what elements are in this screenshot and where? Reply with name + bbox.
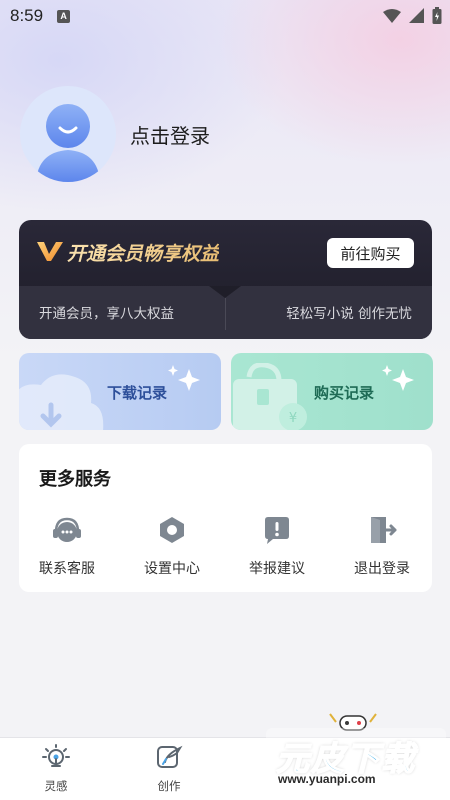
login-link[interactable]: 点击登录 <box>130 120 210 149</box>
tab-label: 灵感 <box>44 779 68 793</box>
tab-create[interactable]: 创作 <box>134 744 204 796</box>
status-time: 8:59 <box>10 6 44 25</box>
svg-text:¥: ¥ <box>289 411 297 426</box>
service-label: 退出登录 <box>354 561 410 577</box>
vip-title: 开通会员畅享权益 <box>67 239 219 266</box>
service-customer-support[interactable]: 联系客服 <box>27 514 107 578</box>
signal-icon <box>409 8 424 27</box>
user-avatar-icon[interactable] <box>20 86 116 182</box>
purchase-records-label: 购买记录 <box>314 384 375 402</box>
watermark-url: www.yuanpi.com <box>278 772 376 786</box>
service-label: 举报建议 <box>249 561 305 577</box>
logout-icon <box>366 514 398 546</box>
sparkle-icon <box>381 365 417 395</box>
settings-icon <box>156 514 188 546</box>
tab-label: 创作 <box>157 779 181 793</box>
vip-divider <box>225 298 226 330</box>
status-bar: 8:59 A <box>0 0 450 32</box>
customer-service-icon <box>51 514 83 546</box>
profile-section: 点击登录 <box>20 86 430 186</box>
bulb-icon <box>42 744 70 774</box>
tab-inspiration[interactable]: 灵感 <box>21 744 91 796</box>
vip-title-row: 开通会员畅享权益 <box>37 239 219 266</box>
purchase-records-card[interactable]: ¥ 购买记录 <box>231 353 433 430</box>
service-label: 设置中心 <box>144 561 200 577</box>
vip-benefits-text: 开通会员，享八大权益 <box>39 306 174 322</box>
download-records-card[interactable]: 下载记录 <box>19 353 221 430</box>
vip-slogan-text: 轻松写小说 创作无忧 <box>286 306 412 322</box>
services-title: 更多服务 <box>39 469 111 490</box>
vip-notch <box>209 286 241 298</box>
watermark: 元皮下载 www.yuanpi.com <box>266 712 450 800</box>
wifi-icon <box>383 8 401 27</box>
shopping-bag-icon: ¥ <box>231 362 313 430</box>
more-services-panel: 更多服务 联系客服 设置中心 举报建议 退出登录 <box>19 444 432 592</box>
report-icon <box>261 514 293 546</box>
service-logout[interactable]: 退出登录 <box>342 514 422 578</box>
service-settings[interactable]: 设置中心 <box>132 514 212 578</box>
cloud-download-icon <box>19 367 107 430</box>
sparkle-icon <box>167 365 203 395</box>
download-records-label: 下载记录 <box>107 384 168 402</box>
service-report[interactable]: 举报建议 <box>237 514 317 578</box>
vip-membership-card[interactable]: 开通会员畅享权益 前往购买 开通会员，享八大权益 轻松写小说 创作无忧 <box>19 220 432 339</box>
write-icon <box>155 744 183 774</box>
buy-vip-button[interactable]: 前往购买 <box>327 238 414 268</box>
service-label: 联系客服 <box>39 561 95 577</box>
battery-icon <box>432 7 442 28</box>
vip-v-icon <box>37 240 63 266</box>
notification-badge: A <box>57 9 71 23</box>
